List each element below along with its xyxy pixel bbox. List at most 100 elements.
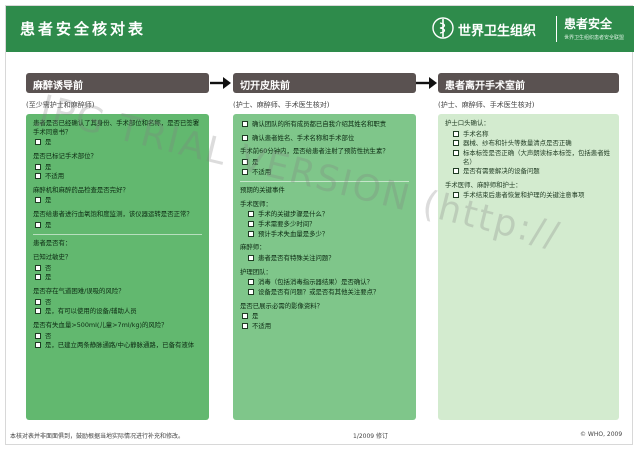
checkbox-label: 手术的关键步骤是什么？ xyxy=(258,210,329,219)
checklist-option[interactable]: 是 xyxy=(35,221,202,230)
checkbox[interactable] xyxy=(242,168,248,175)
header-bar: 患者安全核对表 世界卫生组织 患者安全 世界卫生组织患者安全联盟 xyxy=(6,6,634,52)
column-subtitle-1: (至少需护士和麻醉师) xyxy=(26,101,95,109)
who-name: 世界卫生组织 xyxy=(458,24,537,39)
checklist-option[interactable]: 否 xyxy=(35,332,202,341)
checkbox[interactable] xyxy=(35,264,41,271)
checkbox[interactable] xyxy=(242,134,248,141)
checklist-block: 手术医师： 手术的关键步骤是什么？ 手术需要多少时间？ 预计手术失血量是多少？ xyxy=(240,200,409,239)
checkbox-label: 是 xyxy=(252,157,259,166)
checkbox[interactable] xyxy=(248,230,254,237)
checkbox-label: 消毒（包括消毒指示器结果）是否确认？ xyxy=(258,278,374,287)
checkbox[interactable] xyxy=(35,332,41,339)
checklist-block: 是否给患者进行血氧饱和度监测，该仪器运转是否正常？是 xyxy=(33,210,202,229)
footer-note: 本核对表并非面面俱到，鼓励根据当地实际情况进行补充和修改。 xyxy=(10,433,185,440)
checklist-option[interactable]: 是否有需要解决的设备问题 xyxy=(453,167,612,176)
checkbox[interactable] xyxy=(242,322,248,329)
checklist-block: 确认团队的所有成员都已自我介绍其姓名和职责 xyxy=(240,120,409,129)
checkbox[interactable] xyxy=(248,279,254,286)
checkbox[interactable] xyxy=(248,288,254,295)
checklist-block: 是否已展示必需的影像资料？ 是不适用 xyxy=(240,302,409,331)
who-emblem-icon xyxy=(432,17,454,39)
checkbox[interactable] xyxy=(248,221,254,228)
checklist-question: 手术前60分钟内，是否给患者注射了预防性抗生素？ xyxy=(240,147,389,156)
checklist-option[interactable]: 是 xyxy=(242,158,409,167)
checklist-option[interactable]: 患者是否有特殊关注问题？ xyxy=(248,254,409,263)
column-subtitle-3: (护士、麻醉师、手术医生核对) xyxy=(438,101,535,109)
checklist-option[interactable]: 预计手术失血量是多少？ xyxy=(248,230,409,239)
checklist-block: 护理团队： 消毒（包括消毒指示器结果）是否确认？ 设备是否有问题？或是否有其他关注要… xyxy=(240,268,409,297)
patient-safety-title: 患者安全 xyxy=(564,17,613,31)
checkbox[interactable] xyxy=(35,139,41,146)
checkbox[interactable] xyxy=(35,342,41,349)
checkbox-label: 器械、纱布和针头等数量清点是否正确 xyxy=(463,139,572,148)
checkbox[interactable] xyxy=(35,221,41,228)
checkbox-label: 是，已建立两条静脉通路/中心静脉通路，已备有液体 xyxy=(45,341,195,350)
checklist-option[interactable]: 器械、纱布和针头等数量清点是否正确 xyxy=(453,139,612,148)
checklist-question: 护理团队： xyxy=(240,267,272,276)
checklist-option[interactable]: 设备是否有问题？或是否有其他关注要点？ xyxy=(248,288,409,297)
checklist-option[interactable]: 确认团队的所有成员都已自我介绍其姓名和职责 xyxy=(242,120,409,129)
checklist-option[interactable]: 不适用 xyxy=(242,322,409,331)
checkbox[interactable] xyxy=(35,308,41,315)
arrow-right-icon xyxy=(210,77,231,89)
checklist-question: 手术医师、麻醉师和护士： xyxy=(445,180,522,189)
checkbox[interactable] xyxy=(35,173,41,180)
column-head-1: 麻醉诱导前 xyxy=(26,73,209,93)
checkbox[interactable] xyxy=(248,255,254,262)
checklist-option[interactable]: 手术名称 xyxy=(453,130,612,139)
checkbox[interactable] xyxy=(453,192,459,199)
checklist-option[interactable]: 手术结束后患者恢复和护理的关键注意事项 xyxy=(453,191,612,200)
section-divider xyxy=(33,234,202,236)
checkbox-label: 预计手术失血量是多少？ xyxy=(258,229,329,238)
checklist-option[interactable]: 是 xyxy=(35,138,202,147)
checkbox[interactable] xyxy=(242,313,248,320)
checklist-option[interactable]: 是 xyxy=(35,196,202,205)
checklist-option[interactable]: 消毒（包括消毒指示器结果）是否确认？ xyxy=(248,278,409,287)
checkbox-label: 是 xyxy=(45,273,52,282)
checkbox[interactable] xyxy=(242,158,248,165)
checkbox[interactable] xyxy=(35,163,41,170)
checklist-question: 是否已展示必需的影像资料？ xyxy=(240,301,324,310)
checklist-option[interactable]: 不适用 xyxy=(242,168,409,177)
checklist-option[interactable]: 是 xyxy=(242,312,409,321)
checkbox[interactable] xyxy=(242,121,248,127)
checklist-option[interactable]: 手术需要多少时间？ xyxy=(248,220,409,229)
section-divider xyxy=(240,181,409,183)
checklist-option[interactable]: 否 xyxy=(35,264,202,273)
checkbox[interactable] xyxy=(453,168,459,175)
checkbox[interactable] xyxy=(453,149,459,156)
checkbox[interactable] xyxy=(453,140,459,147)
checklist-block: 已知过敏史？否是 xyxy=(33,253,202,282)
checklist-option[interactable]: 否 xyxy=(35,298,202,307)
checkbox[interactable] xyxy=(35,274,41,281)
checkbox-label: 设备是否有问题？或是否有其他关注要点？ xyxy=(258,287,380,296)
checklist-option[interactable]: 是 xyxy=(35,273,202,282)
checklist-question: 预期的关键事件 xyxy=(240,186,285,195)
checklist-question: 麻醉师： xyxy=(240,243,266,252)
patient-safety-subtitle: 世界卫生组织患者安全联盟 xyxy=(564,35,625,41)
checklist-page: 患者安全核对表 世界卫生组织 患者安全 世界卫生组织患者安全联盟 麻醉诱导前 切… xyxy=(5,5,634,445)
checklist-question: 是否已标记手术部位？ xyxy=(33,151,97,160)
checkbox[interactable] xyxy=(35,197,41,204)
footer-revision: 1/2009 修订 xyxy=(353,433,389,440)
checklist-option[interactable]: 确认患者姓名、手术名称和手术部位 xyxy=(242,134,409,143)
header-divider xyxy=(556,16,557,42)
checkbox[interactable] xyxy=(248,211,254,218)
checklist-option[interactable]: 标本标签是否正确（大声朗读标本标签，包括患者姓名） xyxy=(453,149,612,166)
panel-time-out: 确认团队的所有成员都已自我介绍其姓名和职责 确认患者姓名、手术名称和手术部位 手术前… xyxy=(233,114,416,420)
checkbox-label: 否 xyxy=(45,331,52,340)
column-head-3: 患者离开手术室前 xyxy=(438,73,619,93)
checklist-option[interactable]: 手术的关键步骤是什么？ xyxy=(248,210,409,219)
panel-sign-out: 护士口头确认： 手术名称 器械、纱布和针头等数量清点是否正确 标本标签是否正确（大声朗… xyxy=(438,114,619,420)
checklist-block: 是否已标记手术部位？ 是不适用 xyxy=(33,152,202,181)
checkbox[interactable] xyxy=(35,298,41,305)
checkbox-label: 不适用 xyxy=(252,321,272,330)
checklist-option[interactable]: 是，有可以使用的设备/辅助人员 xyxy=(35,307,202,316)
checklist-block: 预期的关键事件 xyxy=(240,181,409,195)
checklist-option[interactable]: 不适用 xyxy=(35,172,202,181)
checklist-option[interactable]: 是，已建立两条静脉通路/中心静脉通路，已备有液体 xyxy=(35,341,202,350)
checklist-block: 麻醉机和麻醉药品检查是否完好？ 是 xyxy=(33,186,202,205)
checklist-option[interactable]: 是 xyxy=(35,163,202,172)
checkbox[interactable] xyxy=(453,130,459,137)
